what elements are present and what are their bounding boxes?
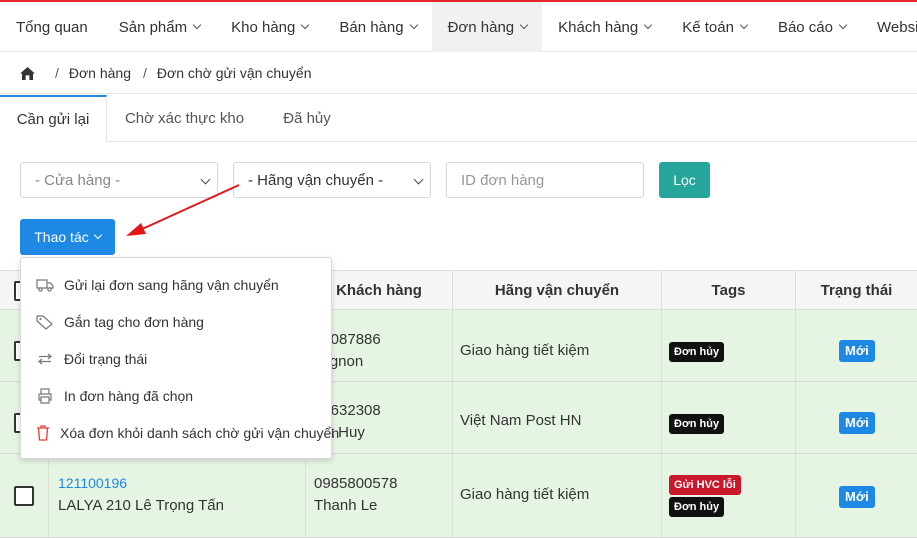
menu-item-label: Đổi trạng thái: [64, 350, 148, 367]
nav-item-label: Đơn hàng: [447, 18, 515, 36]
chevron-down-icon: [93, 230, 102, 240]
menu-item-label: Gắn tag cho đơn hàng: [64, 313, 204, 330]
chevron-down-icon: [413, 174, 424, 185]
status-badge: Mới: [839, 340, 875, 362]
menu-item-print[interactable]: In đơn hàng đã chọn: [21, 377, 331, 414]
customer-phone: 0985800578: [314, 475, 398, 492]
tab-can-gui-lai[interactable]: Cần gửi lại: [0, 95, 107, 142]
header-tags: Tags: [661, 271, 795, 310]
nav-item-6[interactable]: Kế toán: [666, 2, 762, 52]
menu-item-label: Gửi lại đơn sang hãng vận chuyển: [64, 276, 279, 293]
menu-item-change-status[interactable]: Đổi trạng thái: [21, 340, 331, 377]
tab-cho-xac-thuc-kho[interactable]: Chờ xác thực kho: [107, 95, 262, 142]
actions-dropdown-menu: Gửi lại đơn sang hãng vận chuyển Gắn tag…: [20, 257, 339, 459]
chevron-down-icon: [643, 20, 653, 30]
header-status: Trạng thái: [795, 271, 917, 310]
nav-item-label: Bán hàng: [339, 18, 404, 36]
breadcrumb-current: Đơn chờ gửi vận chuyển: [156, 65, 312, 81]
tag-badge: Đơn hủy: [669, 342, 725, 362]
nav-item-1[interactable]: Sản phẩm: [103, 2, 215, 52]
nav-item-label: Sản phẩm: [118, 18, 188, 36]
chevron-down-icon: [838, 20, 848, 30]
nav-item-label: Báo cáo: [777, 18, 833, 36]
nav-item-label: Tổng quan: [16, 18, 88, 36]
chevron-down-icon: [200, 174, 211, 185]
chevron-down-icon: [192, 20, 202, 30]
nav-item-label: Khách hàng: [558, 18, 639, 36]
tab-da-huy[interactable]: Đã hủy: [262, 95, 352, 142]
breadcrumb-separator: /: [143, 65, 147, 81]
nav-item-0[interactable]: Tổng quan: [0, 2, 103, 52]
nav-item-3[interactable]: Bán hàng: [323, 2, 431, 52]
chevron-down-icon: [409, 20, 418, 30]
carrier-name: Giao hàng tiết kiệm: [460, 486, 590, 503]
chevron-down-icon: [739, 20, 749, 30]
tag-icon: [36, 313, 54, 331]
store-select[interactable]: - Cửa hàng -: [20, 162, 218, 198]
carrier-name: Giao hàng tiết kiệm: [460, 342, 590, 359]
menu-item-label: In đơn hàng đã chọn: [64, 387, 194, 404]
menu-item-label: Xóa đơn khỏi danh sách chờ gửi vận chuyể…: [60, 424, 340, 441]
menu-item-resend[interactable]: Gửi lại đơn sang hãng vận chuyển: [21, 266, 331, 303]
breadcrumb-orders[interactable]: Đơn hàng: [69, 65, 131, 81]
filter-button[interactable]: Lọc: [659, 162, 710, 198]
tag-badge: Gửi HVC lỗi: [669, 475, 741, 495]
nav-item-7[interactable]: Báo cáo: [762, 2, 861, 52]
tag-badge: Đơn hủy: [669, 414, 725, 434]
store-name: LALYA 210 Lê Trọng Tấn: [58, 497, 224, 514]
main-menu: Tổng quan Sản phẩm Kho hàng Bán hàng Đơn hàn…: [0, 2, 917, 52]
menu-item-add-tag[interactable]: Gắn tag cho đơn hàng: [21, 303, 331, 340]
order-id-placeholder: ID đơn hàng: [461, 171, 545, 189]
nav-item-2[interactable]: Kho hàng: [215, 2, 323, 52]
breadcrumb: / Đơn hàng / Đơn chờ gửi vận chuyển: [0, 53, 917, 94]
menu-item-delete[interactable]: Xóa đơn khỏi danh sách chờ gửi vận chuyể…: [21, 414, 339, 451]
actions-button[interactable]: Thao tác: [20, 219, 115, 255]
chevron-down-icon: [519, 20, 529, 30]
trash-icon: [36, 424, 50, 442]
swap-icon: [36, 350, 54, 368]
row-checkbox[interactable]: [14, 486, 34, 506]
header-carrier: Hãng vận chuyển: [452, 271, 661, 310]
home-icon[interactable]: [20, 66, 35, 80]
customer-name: Thanh Le: [314, 497, 378, 514]
nav-item-label: Website: [877, 18, 917, 36]
nav-item-8[interactable]: Website: [861, 2, 917, 52]
nav-item-label: Kho hàng: [231, 18, 296, 36]
chevron-down-icon: [301, 20, 310, 30]
top-navbar: Tổng quan Sản phẩm Kho hàng Bán hàng Đơn hàn…: [0, 0, 917, 52]
nav-item-label: Kế toán: [682, 18, 734, 36]
nav-item-5[interactable]: Khách hàng: [542, 2, 666, 52]
order-id-link[interactable]: 121100196: [58, 475, 127, 491]
nav-item-4[interactable]: Đơn hàng: [431, 2, 543, 52]
breadcrumb-separator: /: [55, 65, 59, 81]
actions-button-label: Thao tác: [34, 229, 89, 245]
carrier-name: Việt Nam Post HN: [460, 412, 582, 429]
tag-badge: Đơn hủy: [669, 497, 725, 517]
table-row[interactable]: 121100196 LALYA 210 Lê Trọng Tấn 0985800…: [0, 454, 917, 538]
status-tabs: Cần gửi lại Chờ xác thực kho Đã hủy: [0, 95, 917, 142]
truck-icon: [36, 276, 54, 294]
printer-icon: [36, 387, 54, 405]
status-badge: Mới: [839, 486, 875, 508]
carrier-select-value: - Hãng vận chuyển -: [248, 171, 384, 189]
status-badge: Mới: [839, 412, 875, 434]
carrier-select[interactable]: - Hãng vận chuyển -: [233, 162, 431, 198]
order-id-input[interactable]: ID đơn hàng: [446, 162, 644, 198]
store-select-value: - Cửa hàng -: [35, 171, 121, 189]
